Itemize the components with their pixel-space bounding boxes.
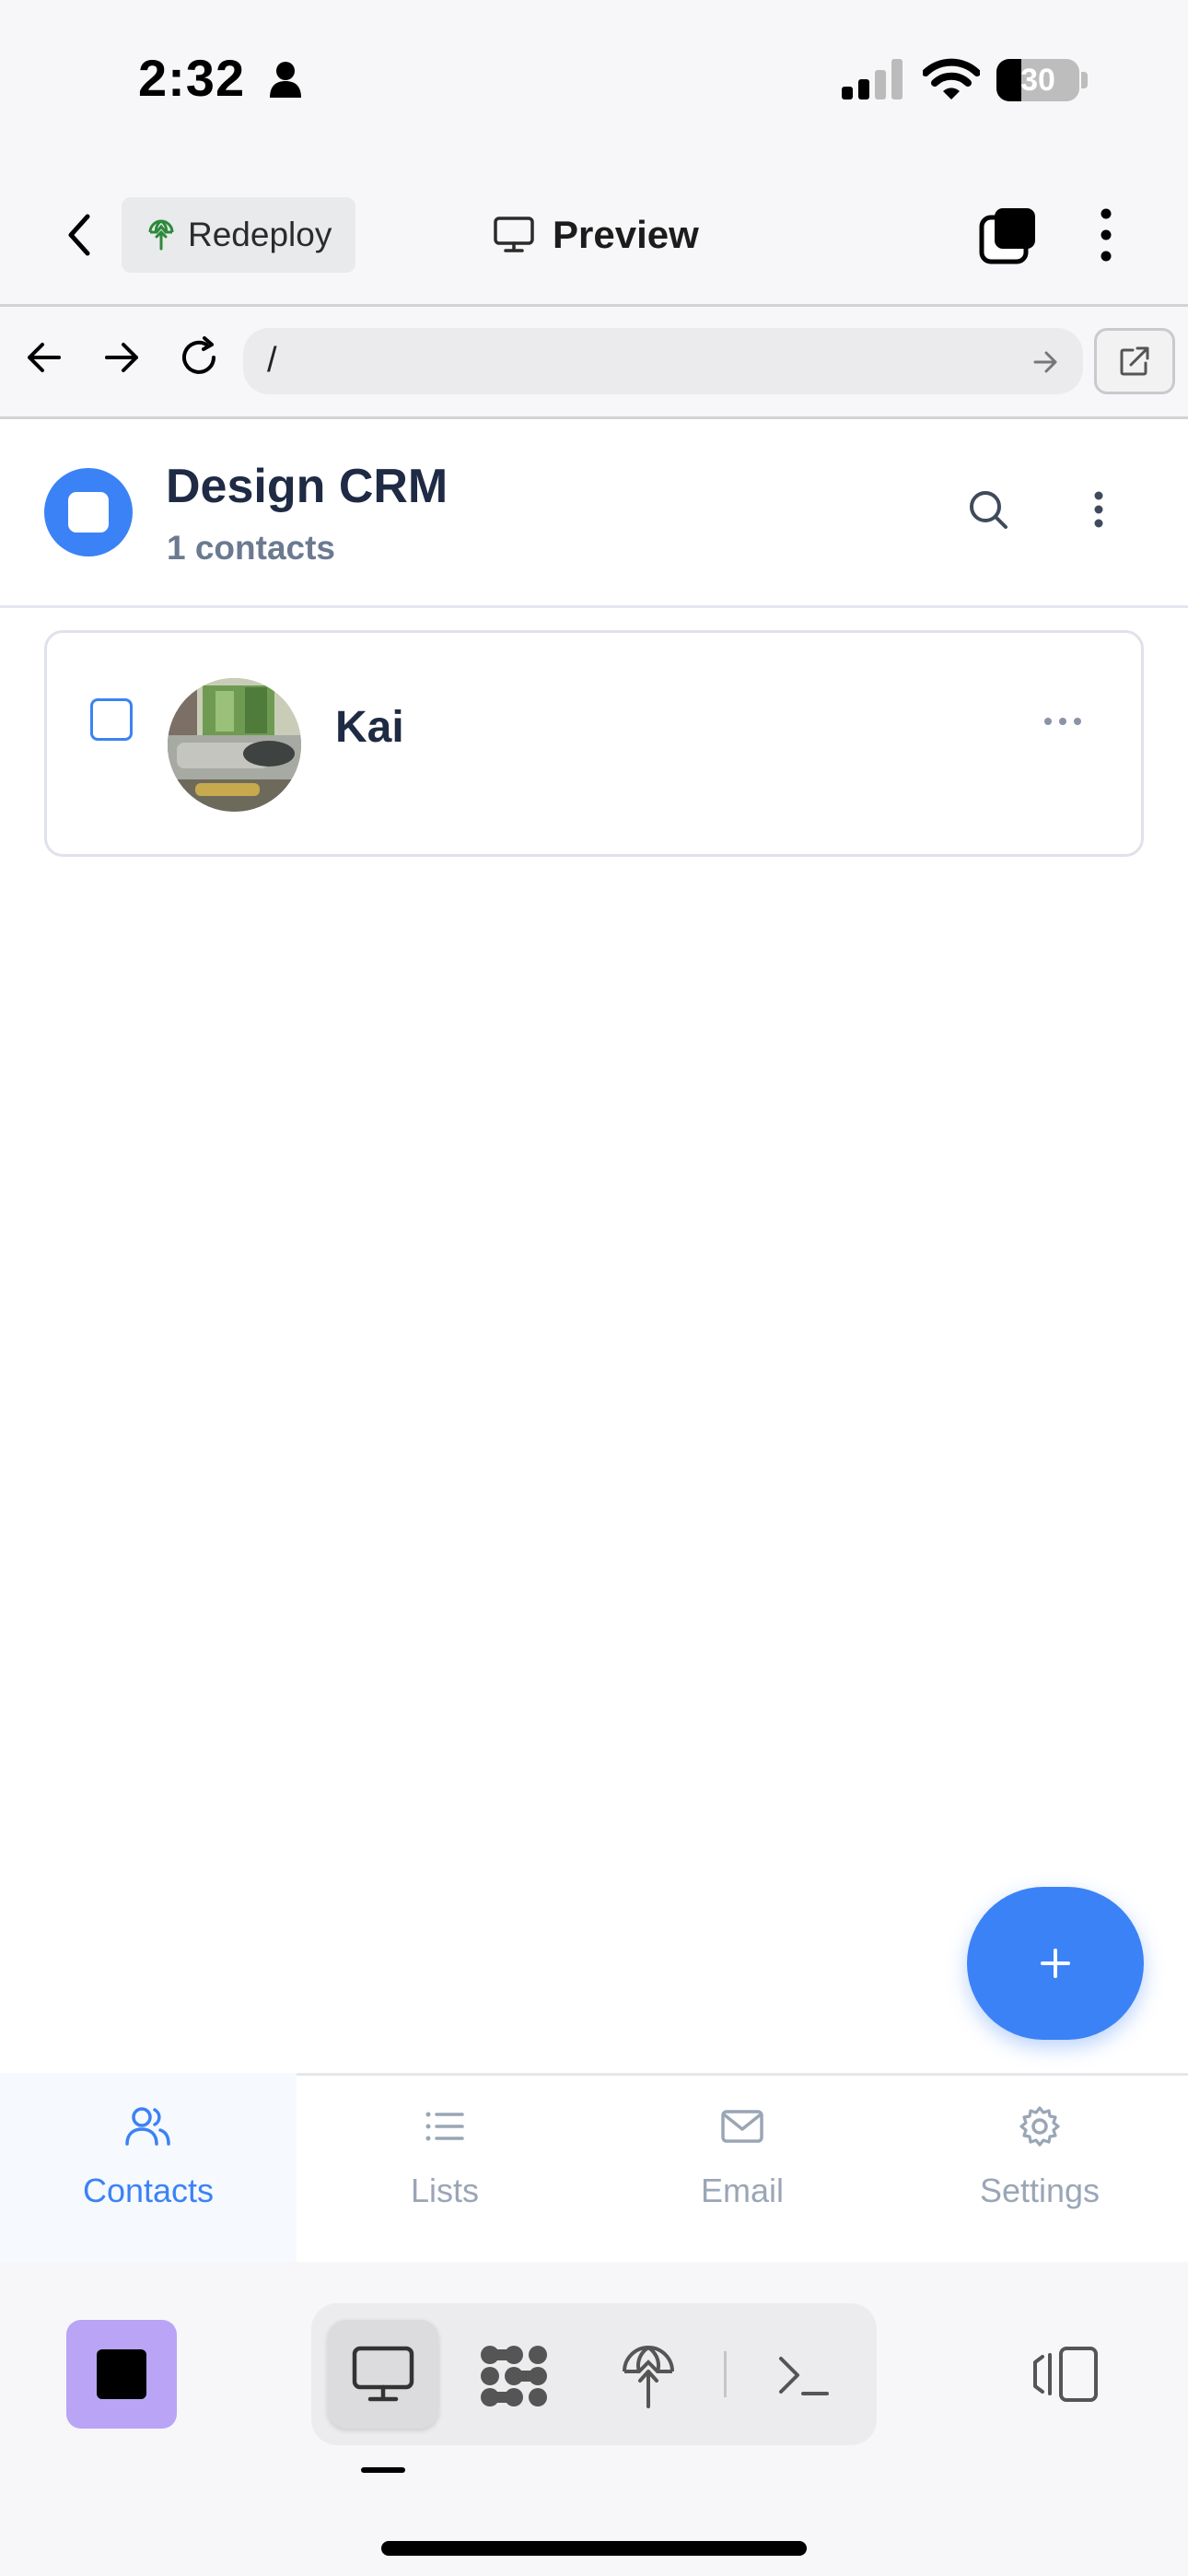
battery-tip	[1081, 72, 1088, 88]
browser-reload-button[interactable]	[177, 335, 221, 380]
deploy-view-button[interactable]	[621, 2344, 676, 2408]
pattern-icon	[481, 2346, 547, 2406]
redeploy-label: Redeploy	[188, 216, 332, 253]
plus-icon	[1041, 1949, 1070, 1978]
contact-checkbox[interactable]	[90, 698, 133, 741]
switcher-separator	[724, 2351, 727, 2397]
device-frame-icon	[1033, 2347, 1098, 2402]
stop-button[interactable]	[66, 2320, 177, 2429]
more-horizontal-icon	[1044, 718, 1081, 725]
search-button[interactable]	[967, 488, 1009, 531]
stop-icon	[97, 2349, 146, 2399]
app-logo	[44, 468, 133, 556]
tab-settings-label: Settings	[979, 2172, 1101, 2209]
crm-more-button[interactable]	[1085, 488, 1112, 531]
go-button[interactable]	[1031, 348, 1059, 376]
mail-icon	[720, 2105, 764, 2148]
users-icon	[125, 2105, 171, 2148]
open-external-button[interactable]	[1094, 328, 1175, 394]
redeploy-button[interactable]: Redeploy	[122, 197, 355, 273]
add-contact-button[interactable]	[967, 1887, 1144, 2040]
battery-icon: 30	[996, 59, 1079, 101]
status-time: 2:32	[138, 49, 246, 107]
tab-email-label: Email	[700, 2172, 785, 2209]
preview-title: Preview	[494, 205, 699, 265]
more-vertical-icon	[1094, 491, 1103, 528]
gear-icon	[1019, 2105, 1061, 2148]
tab-settings[interactable]: Settings	[891, 2073, 1188, 2262]
search-icon	[970, 491, 1007, 529]
terminal-view-button[interactable]	[777, 2353, 831, 2399]
page-title: Design CRM	[166, 460, 448, 513]
person-icon	[269, 61, 302, 98]
tabs-button[interactable]	[976, 205, 1041, 265]
list-icon	[424, 2105, 466, 2148]
reload-icon	[182, 336, 215, 374]
wifi-icon	[923, 57, 980, 101]
device-toggle-button[interactable]	[1031, 2346, 1100, 2403]
arrow-right-icon	[105, 343, 138, 372]
url-text: /	[267, 341, 277, 380]
tab-contacts-label: Contacts	[82, 2172, 215, 2209]
preview-label: Preview	[553, 213, 699, 256]
arrow-left-icon	[28, 343, 61, 372]
cellular-signal-icon	[842, 59, 906, 100]
arrow-right-small-icon	[1033, 351, 1057, 373]
url-input[interactable]	[243, 328, 1083, 394]
monitor-icon	[352, 2346, 414, 2403]
more-vertical-icon	[1101, 208, 1112, 262]
contact-more-button[interactable]	[1042, 715, 1083, 728]
tabs-icon	[979, 208, 1035, 264]
deploy-globe-icon	[623, 2346, 674, 2408]
home-indicator	[381, 2541, 807, 2556]
browser-back-button[interactable]	[24, 337, 64, 378]
contact-name[interactable]: Kai	[335, 702, 404, 753]
tab-lists-label: Lists	[410, 2172, 480, 2209]
tab-lists[interactable]: Lists	[297, 2073, 593, 2262]
battery-level: 30	[1020, 63, 1055, 98]
contact-avatar	[168, 678, 301, 812]
content-divider	[0, 605, 1188, 608]
agent-view-button[interactable]	[479, 2344, 549, 2408]
chevron-left-icon	[68, 214, 90, 256]
terminal-icon	[779, 2357, 829, 2395]
more-menu-button[interactable]	[1087, 205, 1125, 265]
tab-email[interactable]: Email	[594, 2073, 891, 2262]
header-divider	[0, 304, 1188, 307]
monitor-icon	[494, 217, 534, 252]
contacts-count: 1 contacts	[167, 529, 336, 567]
active-view-indicator	[361, 2467, 405, 2473]
tab-contacts[interactable]: Contacts	[0, 2073, 297, 2262]
external-link-icon	[1120, 346, 1149, 376]
deploy-globe-icon	[148, 219, 174, 251]
back-button[interactable]	[53, 205, 105, 265]
browser-forward-button[interactable]	[101, 337, 142, 378]
